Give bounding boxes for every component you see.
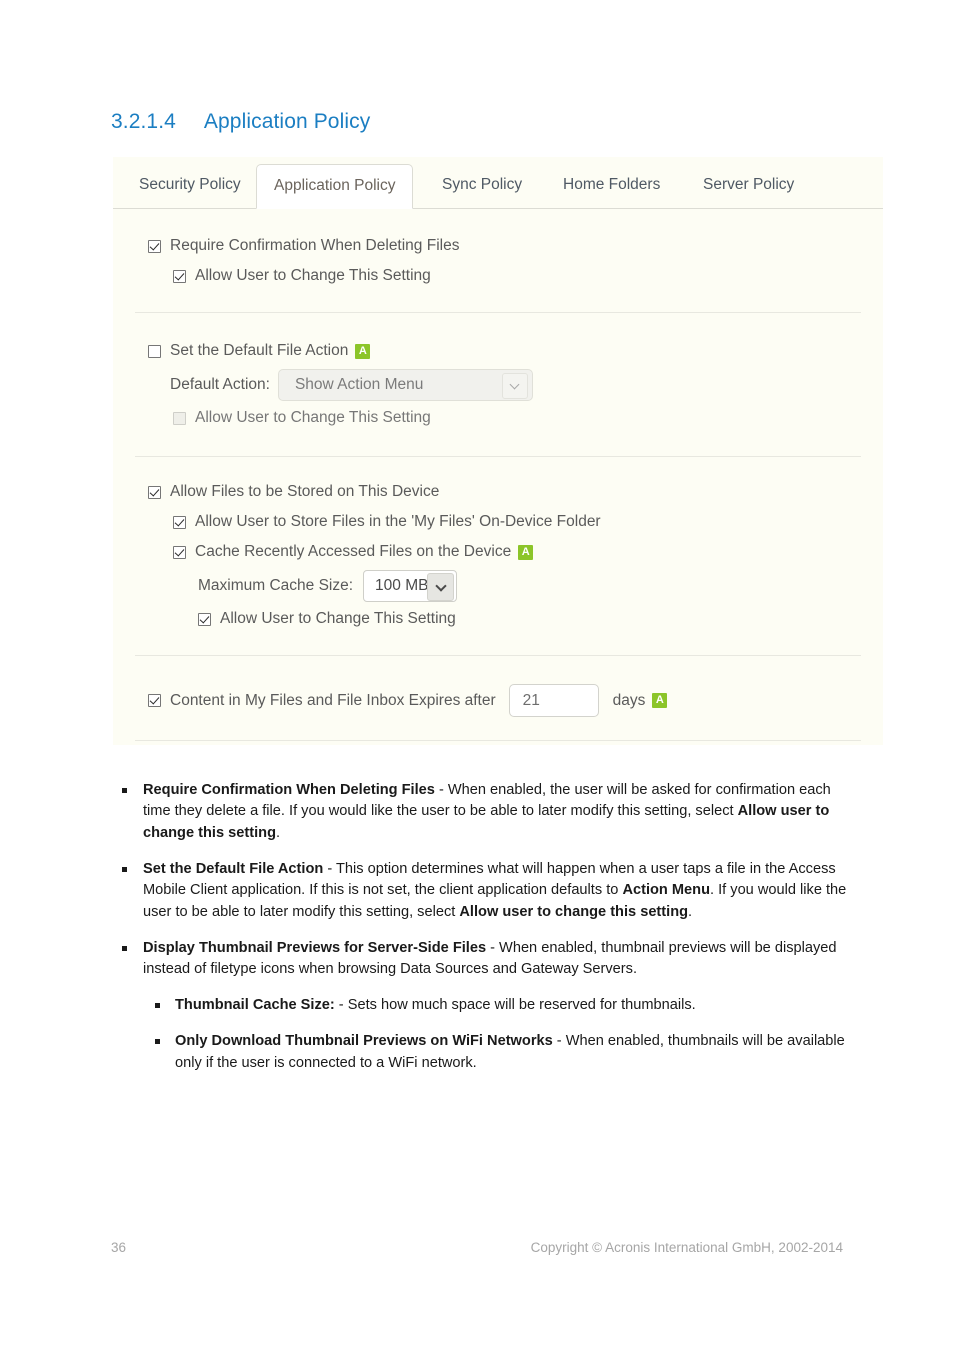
chevron-down-icon[interactable] xyxy=(501,373,528,399)
default-action-allow-change-label: Allow User to Change This Setting xyxy=(195,409,431,426)
cache-recent-files-label: Cache Recently Accessed Files on the Dev… xyxy=(195,543,512,560)
advanced-setting-badge-icon: A xyxy=(355,343,371,359)
allow-my-files-label: Allow User to Store Files in the 'My Fil… xyxy=(195,513,601,530)
body-sub-bullet: Thumbnail Cache Size: - Sets how much sp… xyxy=(113,995,853,1017)
content-expires-days-input[interactable]: 21 xyxy=(508,684,599,717)
page-title: 3.2.1.4 Application Policy xyxy=(111,110,370,134)
advanced-setting-badge-icon: A xyxy=(652,693,668,708)
allow-my-files-row[interactable]: Allow User to Store Files in the 'My Fil… xyxy=(173,513,601,531)
body-bullet: Require Confirmation When Deleting Files… xyxy=(113,780,853,845)
maximum-cache-size-label: Maximum Cache Size: xyxy=(198,577,354,594)
body-sub-bullet: Only Download Thumbnail Previews on WiFi… xyxy=(113,1031,853,1074)
content-expires-days-unit-label: days xyxy=(612,691,646,709)
cache-allow-change-row[interactable]: Allow User to Change This Setting xyxy=(198,610,456,628)
bullet-emphasis: Thumbnail Cache Size: xyxy=(175,997,335,1014)
section-divider-2 xyxy=(135,456,861,457)
require-confirmation-allow-change-row[interactable]: Allow User to Change This Setting xyxy=(173,267,431,285)
allow-my-files-checkbox[interactable] xyxy=(173,515,186,529)
allow-files-stored-row[interactable]: Allow Files to be Stored on This Device xyxy=(148,483,439,501)
require-confirmation-allow-change-checkbox[interactable] xyxy=(173,269,186,283)
default-action-selected-value: Show Action Menu xyxy=(294,376,424,393)
advanced-setting-badge-icon: A xyxy=(518,544,534,560)
default-action-allow-change-row: Allow User to Change This Setting xyxy=(173,409,431,427)
section-divider-4 xyxy=(135,740,861,741)
require-confirmation-allow-change-label: Allow User to Change This Setting xyxy=(195,267,431,284)
policy-tabbar: Security Policy Application Policy Sync … xyxy=(113,157,883,209)
bullet-emphasis: Require Confirmation When Deleting Files xyxy=(143,781,435,798)
maximum-cache-size-row[interactable]: Maximum Cache Size: 100 MB xyxy=(198,570,458,602)
tab-security-policy[interactable]: Security Policy xyxy=(122,164,258,209)
content-expires-row[interactable]: Content in My Files and File Inbox Expir… xyxy=(148,684,668,717)
tab-application-policy[interactable]: Application Policy xyxy=(256,164,414,209)
bullet-text: . xyxy=(275,824,281,841)
bullet-emphasis: Only Download Thumbnail Previews on WiFi… xyxy=(175,1033,553,1050)
section-title: Application Policy xyxy=(203,110,371,133)
allow-files-stored-checkbox[interactable] xyxy=(148,485,161,499)
content-expires-checkbox[interactable] xyxy=(148,694,161,707)
cache-recent-files-checkbox[interactable] xyxy=(173,545,186,559)
maximum-cache-size-value: 100 MB xyxy=(375,577,429,594)
content-expires-days-value: 21 xyxy=(522,691,540,709)
default-action-field-row[interactable]: Default Action: Show Action Menu xyxy=(170,369,533,401)
tab-sync-policy[interactable]: Sync Policy xyxy=(425,164,539,209)
document-page: 3.2.1.4 Application Policy Security Polic… xyxy=(0,0,954,1349)
section-divider-1 xyxy=(135,312,861,313)
cache-allow-change-label: Allow User to Change This Setting xyxy=(220,610,456,627)
copyright-notice: Copyright © Acronis International GmbH, … xyxy=(530,1240,843,1255)
cache-allow-change-checkbox[interactable] xyxy=(198,612,211,626)
set-default-file-action-row[interactable]: Set the Default File Action A xyxy=(148,342,371,360)
bullet-emphasis: Action Menu xyxy=(622,882,710,899)
body-bullet: Display Thumbnail Previews for Server-Si… xyxy=(113,938,853,981)
require-confirmation-label: Require Confirmation When Deleting Files xyxy=(170,237,460,254)
set-default-file-action-label: Set the Default File Action xyxy=(170,342,349,359)
cache-recent-files-row[interactable]: Cache Recently Accessed Files on the Dev… xyxy=(173,543,534,561)
application-policy-panel: Security Policy Application Policy Sync … xyxy=(113,157,883,745)
section-number: 3.2.1.4 xyxy=(111,110,176,133)
bullet-emphasis: Display Thumbnail Previews for Server-Si… xyxy=(143,939,487,956)
require-confirmation-checkbox[interactable] xyxy=(148,239,161,253)
content-expires-label: Content in My Files and File Inbox Expir… xyxy=(170,691,496,709)
maximum-cache-size-select[interactable]: 100 MB xyxy=(363,570,458,602)
default-action-select[interactable]: Show Action Menu xyxy=(277,369,533,401)
bullet-text: - Sets how much space will be reserved f… xyxy=(334,997,696,1014)
bullet-emphasis: Allow user to change this setting xyxy=(459,903,689,920)
tab-server-policy[interactable]: Server Policy xyxy=(686,164,811,209)
default-action-field-label: Default Action: xyxy=(170,376,270,393)
page-footer: 36 Copyright © Acronis International Gmb… xyxy=(111,1240,843,1266)
require-confirmation-row[interactable]: Require Confirmation When Deleting Files xyxy=(148,237,459,255)
page-number: 36 xyxy=(111,1240,127,1255)
section-divider-3 xyxy=(135,655,861,656)
default-action-allow-change-checkbox xyxy=(173,411,186,425)
body-bullet: Set the Default File Action - This optio… xyxy=(113,859,853,924)
bullet-text: . xyxy=(688,903,693,920)
body-bullet-list: Require Confirmation When Deleting Files… xyxy=(113,765,853,1076)
chevron-down-icon[interactable] xyxy=(427,573,455,601)
set-default-file-action-checkbox[interactable] xyxy=(148,344,161,358)
bullet-emphasis: Set the Default File Action xyxy=(143,860,324,877)
tab-home-folders[interactable]: Home Folders xyxy=(546,164,677,209)
allow-files-stored-label: Allow Files to be Stored on This Device xyxy=(170,483,440,500)
